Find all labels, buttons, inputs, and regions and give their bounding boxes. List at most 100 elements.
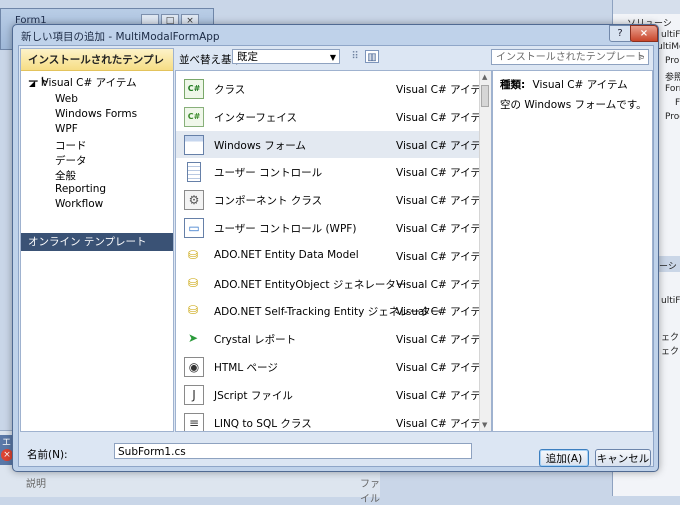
template-type: Visual C# アイテム [396, 278, 492, 291]
tree-item-reporting[interactable]: Reporting [55, 183, 106, 195]
template-item[interactable]: ⛁ ADO.NET Entity Data Model Visual C# アイテム [176, 242, 491, 269]
solution-row: Forr [665, 84, 680, 94]
solution-row: Prop [665, 56, 680, 66]
template-list-scrollbar[interactable]: ▲ ▼ [479, 71, 491, 431]
template-name: クラス [214, 84, 246, 96]
template-item[interactable]: ▭ ユーザー コントロール (WPF) Visual C# アイテム [176, 214, 491, 241]
error-list-label: エ [2, 438, 12, 448]
cancel-button[interactable]: キャンセル [595, 449, 651, 467]
scroll-down-icon[interactable]: ▼ [482, 421, 487, 429]
solution-row: ultiFo [661, 30, 680, 40]
template-item[interactable]: ⚙ コンポーネント クラス Visual C# アイテム [176, 186, 491, 213]
tree-item-windows-forms[interactable]: Windows Forms [55, 108, 137, 120]
solution-row: Prog [665, 112, 680, 122]
dialog-title: 新しい項目の追加 - MultiModalFormApp [21, 31, 220, 43]
tree-item-general[interactable]: 全般 [55, 168, 76, 183]
entity-data-model-icon: ⛁ [187, 247, 199, 262]
tree-root-label: Visual C# アイテム [41, 77, 137, 89]
template-type: Visual C# アイテム [396, 306, 492, 319]
template-item[interactable]: C# クラス Visual C# アイテム [176, 75, 491, 102]
tree-root-visual-csharp[interactable]: ◢ Visual C# アイテム [29, 75, 137, 90]
tree-item-web[interactable]: Web [55, 93, 78, 105]
windows-form-icon [184, 134, 204, 155]
template-type: Visual C# アイテム [396, 223, 492, 235]
template-type: Visual C# アイテム [396, 84, 492, 96]
template-type: Visual C# アイテム [396, 167, 492, 180]
template-name: インターフェイス [214, 111, 298, 124]
dialog-body: インストールされたテンプレート ◢ Visual C# アイテム Web Win… [18, 45, 654, 467]
scroll-up-icon[interactable]: ▲ [482, 73, 487, 81]
scroll-thumb[interactable] [481, 85, 489, 107]
template-item[interactable]: ユーザー コントロール Visual C# アイテム [176, 158, 491, 185]
template-item[interactable]: C# インターフェイス Visual C# アイテム [176, 103, 491, 130]
linq-to-sql-icon: ≡ [184, 412, 204, 431]
template-name: JScript ファイル [214, 389, 293, 402]
template-item[interactable]: ⛁ ADO.NET Self-Tracking Entity ジェネレーター Vis… [176, 297, 491, 324]
template-name: LINQ to SQL クラス [214, 417, 312, 430]
template-type: Visual C# アイテム [396, 111, 492, 124]
tree-item-code[interactable]: コード [55, 138, 87, 153]
template-name: ADO.NET EntityObject ジェネレーター [214, 278, 407, 291]
template-search-input[interactable]: インストールされたテンプレート の検索 ⌕ [491, 49, 649, 65]
add-button[interactable]: 追加(A) [539, 449, 589, 467]
template-name: ユーザー コントロール [214, 167, 323, 180]
solution-row: ultiMo [657, 42, 680, 52]
properties-row: ェクト [661, 333, 680, 343]
template-item[interactable]: ◉ HTML ページ Visual C# アイテム [176, 353, 491, 380]
solution-row: 参照 [665, 73, 680, 83]
template-type: Visual C# アイテム [396, 139, 492, 152]
dialog-close-button[interactable]: × [630, 25, 658, 42]
html-page-icon: ◉ [184, 357, 204, 377]
template-name: コンポーネント クラス [214, 195, 323, 208]
list-view-icon[interactable]: ▥ [365, 50, 379, 63]
tree-item-workflow[interactable]: Workflow [55, 198, 103, 210]
online-templates-header[interactable]: オンライン テンプレート [21, 233, 173, 251]
template-item[interactable]: Windows フォーム Visual C# アイテム [176, 130, 491, 158]
template-type: Visual C# アイテム [396, 250, 492, 263]
user-control-icon [187, 162, 201, 183]
tree-item-wpf[interactable]: WPF [55, 123, 78, 135]
kind-label: 種類: [500, 79, 526, 91]
template-details-pane: 種類: Visual C# アイテム 空の Windows フォームです。 [492, 70, 653, 432]
template-description: 空の Windows フォームです。 [500, 99, 647, 111]
template-item[interactable]: ≡ LINQ to SQL クラス Visual C# アイテム [176, 409, 491, 431]
sort-dropdown[interactable]: 既定 ▼ [232, 49, 340, 64]
jscript-file-icon: J [184, 384, 204, 405]
name-input[interactable]: SubForm1.cs [114, 443, 472, 459]
component-class-icon: ⚙ [184, 190, 204, 211]
self-tracking-generator-icon: ⛁ [187, 303, 199, 318]
entityobject-generator-icon: ⛁ [187, 275, 199, 290]
help-button[interactable]: ? [609, 25, 631, 42]
tree-item-data[interactable]: データ [55, 153, 87, 168]
template-type: Visual C# アイテム [396, 334, 492, 347]
template-type: Visual C# アイテム [396, 417, 492, 430]
small-icons-view-icon[interactable]: ⠿ [348, 50, 362, 63]
template-item[interactable]: ⛁ ADO.NET EntityObject ジェネレーター Visual C# ア… [176, 270, 491, 297]
column-file: ファイル [360, 479, 380, 505]
template-type: Visual C# アイテム [396, 362, 492, 374]
expand-arrow-icon[interactable]: ◢ [29, 79, 35, 88]
template-item[interactable]: J JScript ファイル Visual C# アイテム [176, 381, 491, 408]
template-kind: 種類: Visual C# アイテム [500, 77, 628, 92]
wpf-user-control-icon: ▭ [184, 218, 204, 238]
crystal-report-icon: ➤ [187, 331, 199, 346]
template-type: Visual C# アイテム [396, 389, 492, 402]
interface-icon: C# [184, 106, 204, 127]
template-name: Crystal レポート [214, 334, 297, 347]
properties-label: ーシ [659, 262, 677, 272]
chevron-down-icon: ▼ [329, 53, 336, 62]
solution-row: F [675, 98, 680, 108]
template-name: HTML ページ [214, 362, 278, 374]
template-name: Windows フォーム [214, 139, 306, 152]
properties-row: ェクト [661, 347, 680, 357]
template-type: Visual C# アイテム [396, 195, 492, 208]
column-description: 説明 [26, 479, 46, 490]
class-icon: C# [184, 79, 204, 99]
template-item[interactable]: ➤ Crystal レポート Visual C# アイテム [176, 325, 491, 352]
search-placeholder: インストールされたテンプレート の検索 [496, 52, 648, 63]
template-categories-pane: インストールされたテンプレート ◢ Visual C# アイテム Web Win… [20, 48, 174, 432]
installed-templates-header[interactable]: インストールされたテンプレート [21, 49, 173, 88]
kind-value: Visual C# アイテム [532, 79, 628, 91]
template-list: C# クラス Visual C# アイテム C# インターフェイス Visual C# ア… [175, 70, 492, 432]
add-new-item-dialog: 新しい項目の追加 - MultiModalFormApp ? × インストールさ… [12, 24, 659, 472]
